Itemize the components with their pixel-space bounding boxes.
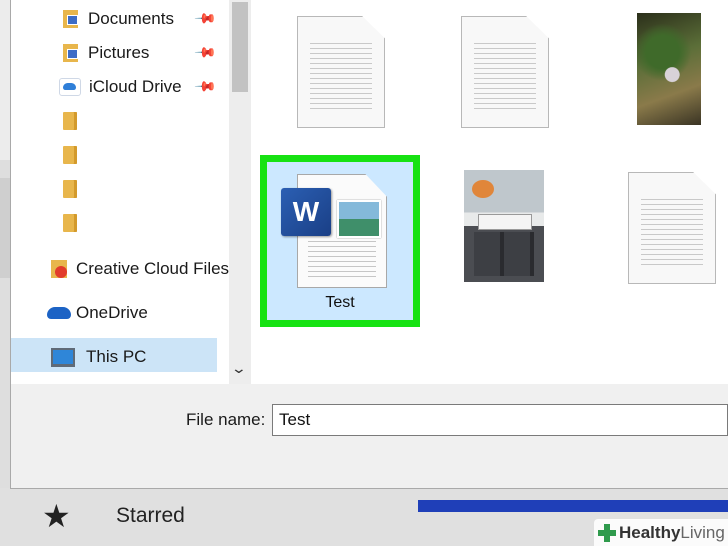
nav-item-this-pc[interactable]: This PC	[51, 342, 146, 372]
navigation-pane: Documents 📌 Pictures 📌 iCloud Drive 📌 Cr…	[11, 0, 229, 384]
watermark-brand-bold: Healthy	[619, 522, 681, 542]
background-panel-mid	[0, 178, 10, 278]
nav-item-folder[interactable]	[63, 174, 77, 204]
nav-item-label: iCloud Drive	[89, 77, 182, 96]
nav-item-label: Documents	[88, 9, 174, 28]
word-document-icon: W	[281, 174, 387, 288]
health-cross-icon	[598, 523, 616, 542]
star-icon: ★	[42, 498, 71, 534]
nav-item-pictures[interactable]: Pictures	[63, 38, 149, 68]
background-panel-top	[0, 0, 10, 160]
document-icon	[297, 16, 385, 128]
background-blue-button[interactable]	[418, 500, 728, 512]
image-thumbnail[interactable]	[464, 170, 544, 282]
nav-item-documents[interactable]: Documents	[63, 4, 174, 34]
nav-item-label: Creative Cloud Files	[76, 259, 229, 278]
computer-icon	[51, 347, 75, 367]
nav-item-onedrive[interactable]: OneDrive	[47, 298, 148, 328]
starred-label[interactable]: Starred	[116, 504, 185, 528]
nav-item-folder[interactable]	[63, 140, 77, 170]
onedrive-icon	[47, 307, 71, 319]
dialog-footer: File name:	[11, 384, 728, 488]
folder-icon	[63, 112, 77, 130]
creative-cloud-icon	[51, 260, 67, 278]
pin-icon[interactable]: 📌	[194, 6, 218, 30]
pictures-folder-icon	[63, 44, 78, 62]
folder-icon	[63, 146, 77, 164]
scrollbar-thumb[interactable]	[232, 2, 248, 92]
pin-icon[interactable]: 📌	[194, 74, 218, 98]
nav-item-label: Pictures	[88, 43, 150, 62]
folder-icon	[63, 214, 77, 232]
file-name-input[interactable]	[272, 404, 728, 436]
image-thumbnail[interactable]	[637, 13, 701, 125]
icloud-icon	[59, 78, 81, 96]
folder-icon	[63, 180, 77, 198]
nav-item-label: This PC	[86, 347, 147, 366]
nav-item-folder[interactable]	[63, 208, 77, 238]
nav-scrollbar[interactable]: ⌄	[229, 0, 251, 384]
pin-icon[interactable]: 📌	[194, 40, 218, 64]
watermark: HealthyLiving	[594, 519, 728, 546]
document-icon	[461, 16, 549, 128]
watermark-brand-light: Living	[680, 522, 725, 542]
nav-item-creative-cloud-files[interactable]: Creative Cloud Files	[51, 254, 229, 284]
chevron-down-icon[interactable]: ⌄	[231, 360, 247, 377]
documents-folder-icon	[63, 10, 78, 28]
nav-item-icloud-drive[interactable]: iCloud Drive	[59, 72, 182, 102]
document-icon	[628, 172, 716, 284]
nav-item-label: OneDrive	[76, 303, 148, 322]
file-label: Test	[325, 294, 355, 311]
nav-item-folder[interactable]	[63, 106, 77, 136]
file-name-label: File name:	[186, 410, 266, 429]
